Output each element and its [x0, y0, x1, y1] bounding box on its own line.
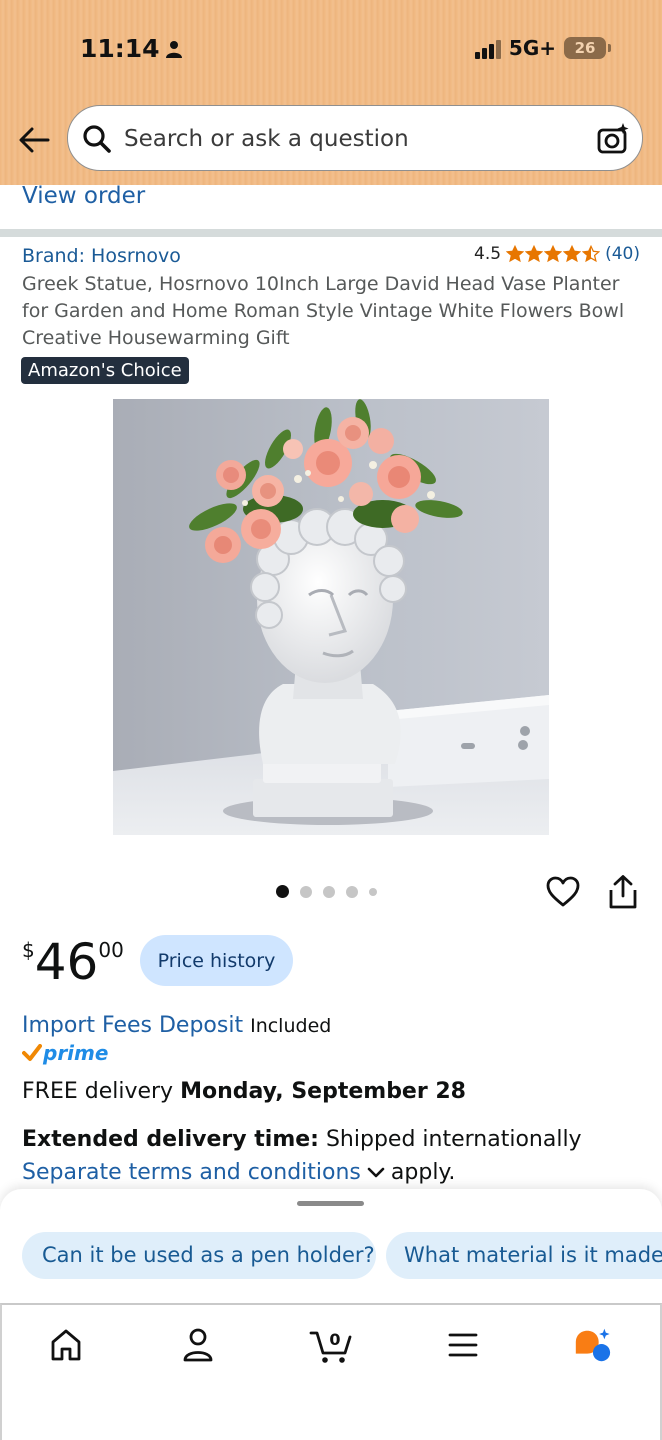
price-whole: 46 [34, 933, 99, 991]
pagination-dot[interactable] [346, 885, 358, 898]
star-icon [544, 245, 563, 263]
terms-line: Separate terms and conditions apply. [22, 1160, 455, 1185]
prime-label: prime [43, 1041, 109, 1065]
delivery-info: FREE delivery Monday, September 28 [22, 1079, 466, 1104]
david-head-vase-illustration [113, 399, 549, 835]
price-history-button[interactable]: Price history [140, 935, 293, 986]
section-divider [0, 229, 662, 237]
star-icon [506, 245, 525, 263]
sheet-drag-handle[interactable] [297, 1201, 364, 1206]
share-icon[interactable] [606, 874, 640, 910]
menu-icon [448, 1333, 478, 1357]
brand-link[interactable]: Brand: Hosrnovo [22, 245, 181, 267]
signal-icon [474, 37, 501, 59]
status-bar-time: 11:14 [80, 34, 182, 63]
search-icon [83, 125, 111, 153]
product-price: $ 46 00 [22, 932, 124, 992]
nav-rufus[interactable] [572, 1325, 612, 1365]
nav-account[interactable] [178, 1325, 218, 1365]
bottom-nav-bar [0, 1303, 662, 1440]
import-fees-link[interactable]: Import Fees Deposit [22, 1013, 243, 1038]
pagination-dot[interactable] [323, 885, 335, 898]
pagination-dot[interactable] [369, 887, 377, 896]
star-icon [582, 245, 601, 263]
product-title: Greek Statue, Hosrnovo 10Inch Large Davi… [22, 273, 625, 349]
app-header: 11:14 5G+ 26 Search or ask a question [0, 0, 662, 185]
price-fraction: 00 [98, 938, 124, 962]
rating-value: 4.5 [474, 244, 502, 264]
status-bar-indicators: 5G+ 26 [474, 36, 611, 60]
delivery-date: Monday, September 28 [180, 1079, 466, 1104]
camera-search-icon[interactable] [596, 122, 630, 156]
search-input[interactable]: Search or ask a question [124, 126, 409, 152]
back-button[interactable] [16, 122, 52, 158]
star-rating [506, 245, 601, 263]
free-delivery-label: FREE delivery [22, 1079, 174, 1104]
battery-icon: 26 [564, 37, 611, 59]
account-icon [183, 1328, 213, 1362]
battery-level: 26 [574, 39, 596, 57]
person-icon [165, 40, 182, 58]
star-icon [525, 245, 544, 263]
suggestion-chip[interactable]: Can it be used as a pen holder? [22, 1232, 376, 1279]
nav-menu[interactable] [443, 1325, 483, 1365]
back-arrow-icon [19, 127, 50, 153]
amazons-choice-badge: Amazon's Choice [21, 357, 189, 384]
terms-link[interactable]: Separate terms and conditions [22, 1160, 361, 1185]
review-count: (40) [605, 244, 640, 264]
cart-count: 0 [329, 1330, 340, 1349]
cart-icon: 0 [309, 1330, 352, 1363]
rating-summary[interactable]: 4.5 (40) [474, 244, 640, 264]
search-bar[interactable]: Search or ask a question [67, 105, 643, 171]
prime-check-icon [22, 1044, 42, 1061]
import-fees-line: Import Fees Deposit Included [22, 1013, 331, 1038]
extended-delivery-label: Extended delivery time: [22, 1127, 319, 1152]
nav-cart[interactable]: 0 [308, 1325, 354, 1365]
nav-home[interactable] [46, 1325, 86, 1365]
prime-badge: prime [22, 1041, 108, 1065]
network-label: 5G+ [508, 36, 556, 60]
price-currency: $ [22, 938, 35, 962]
star-icon [563, 245, 582, 263]
heart-icon[interactable] [545, 874, 581, 910]
product-image[interactable] [113, 399, 549, 835]
pagination-dot[interactable] [276, 885, 289, 898]
view-order-link[interactable]: View order [22, 183, 145, 209]
terms-suffix: apply. [390, 1160, 456, 1185]
home-icon [51, 1329, 81, 1361]
extended-delivery: Extended delivery time: Shipped internat… [22, 1127, 582, 1152]
extended-delivery-value: Shipped internationally [325, 1127, 582, 1152]
suggestion-chip[interactable]: What material is it made of? [386, 1232, 662, 1279]
pagination-dot[interactable] [300, 885, 312, 898]
chevron-down-icon[interactable] [367, 1167, 385, 1179]
image-pagination-dots[interactable] [276, 885, 377, 898]
rufus-icon [575, 1328, 611, 1362]
import-fees-included: Included [250, 1015, 332, 1037]
